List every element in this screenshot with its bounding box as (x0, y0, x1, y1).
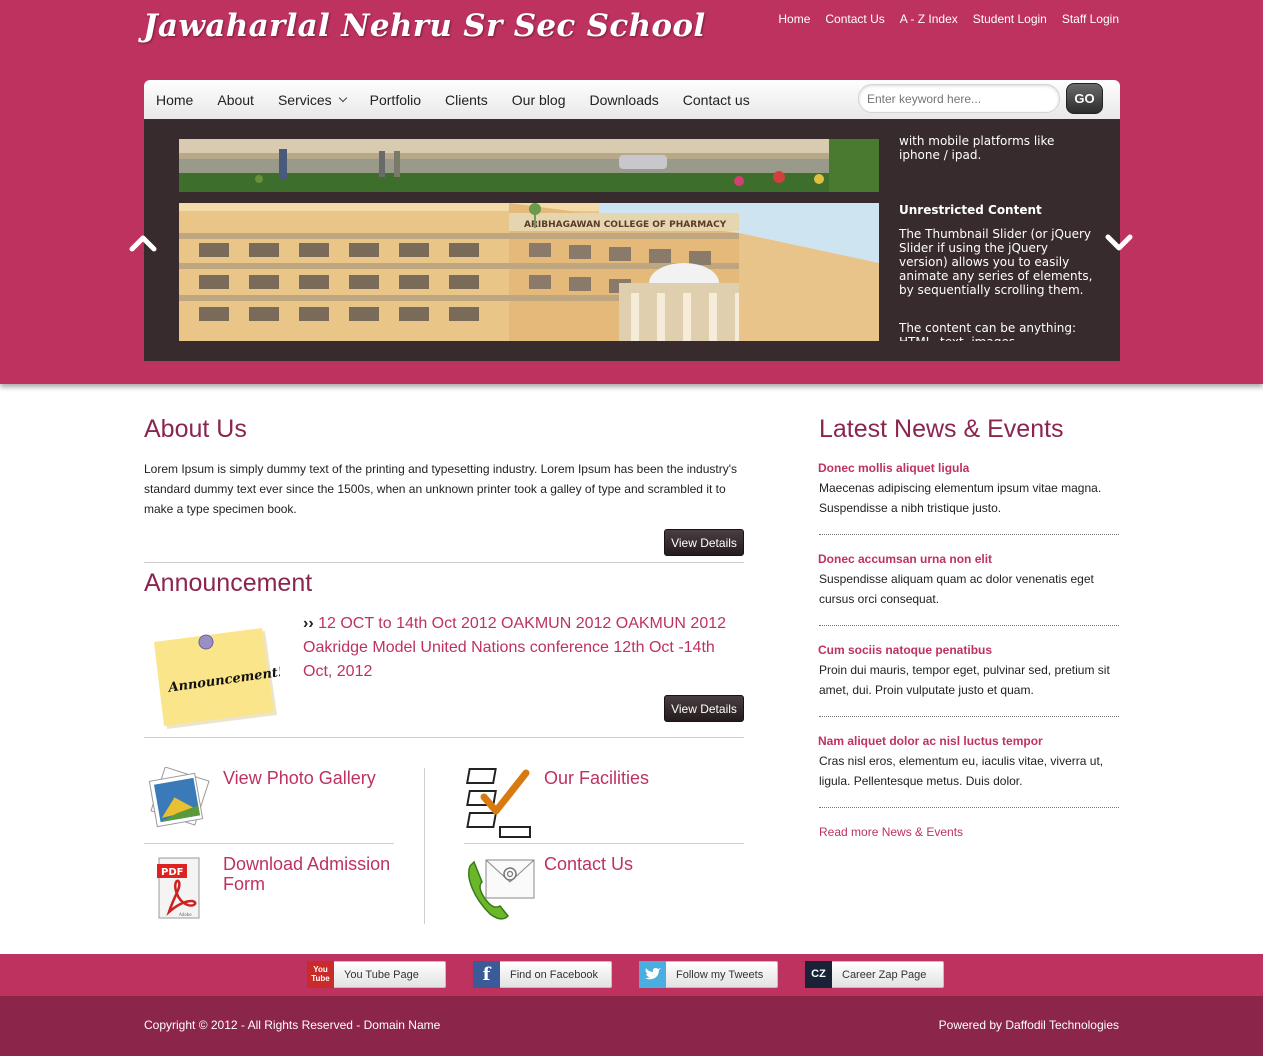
nav-item-services[interactable]: Services (277, 91, 347, 108)
divider (144, 562, 744, 563)
facebook-icon: f (473, 960, 500, 988)
career-zap-button[interactable]: CZ Career Zap Page (805, 960, 944, 988)
image-slider: ARIBHAGAWAN COLLEGE OF PHARMACY with mob… (144, 119, 1120, 361)
slider-next-arrow-icon[interactable] (1105, 229, 1133, 257)
nav-item-about[interactable]: About (217, 92, 254, 108)
youtube-label: You Tube Page (344, 968, 419, 981)
view-photo-gallery-link[interactable]: View Photo Gallery (223, 768, 376, 788)
nav-item-portfolio[interactable]: Portfolio (370, 92, 421, 108)
about-title: About Us (144, 415, 247, 443)
announcement-text-body: 12 OCT to 14th Oct 2012 OAKMUN 2012 OAKM… (303, 615, 727, 680)
facebook-button[interactable]: f Find on Facebook (473, 960, 612, 988)
news-separator (819, 716, 1119, 717)
career-zap-icon: CZ (805, 960, 832, 988)
divider (144, 737, 744, 738)
divider (464, 843, 744, 844)
contact-phone-mail-icon[interactable] (464, 856, 536, 924)
slide-caption-top: with mobile platforms like iphone / ipad… (899, 134, 1055, 162)
top-link-staff-login[interactable]: Staff Login (1062, 12, 1119, 26)
top-links: Home Contact Us A - Z Index Student Logi… (778, 12, 1119, 26)
nav-item-downloads[interactable]: Downloads (590, 92, 659, 108)
main-nav: Home About Services Portfolio Clients Ou… (144, 80, 1120, 119)
footer: Copyright © 2012 - All Rights Reserved -… (0, 996, 1263, 1056)
our-facilities-link[interactable]: Our Facilities (544, 768, 649, 788)
news-item-title[interactable]: Donec mollis aliquet ligula (818, 461, 969, 475)
youtube-icon: You Tube (307, 960, 334, 988)
read-more-news-link[interactable]: Read more News & Events (819, 825, 963, 839)
nav-item-our-blog[interactable]: Our blog (512, 92, 566, 108)
pdf-icon-sublabel: Adobe (179, 912, 192, 917)
powered-by-link[interactable]: Powered by Daffodil Technologies (939, 1018, 1119, 1032)
slide-image-college[interactable]: ARIBHAGAWAN COLLEGE OF PHARMACY (179, 203, 879, 341)
top-link-home[interactable]: Home (778, 12, 810, 26)
facilities-checklist-icon[interactable] (464, 767, 534, 839)
chevron-down-icon (338, 93, 347, 102)
search-input[interactable] (858, 84, 1060, 113)
go-button[interactable]: GO (1066, 83, 1103, 114)
slider-prev-arrow-icon[interactable] (129, 229, 157, 257)
announcement-text[interactable]: ›› 12 OCT to 14th Oct 2012 OAKMUN 2012 O… (303, 612, 744, 684)
photo-gallery-icon[interactable] (145, 767, 213, 833)
slide-heading: Unrestricted Content (899, 203, 1042, 217)
news-item-body: Proin dui mauris, tempor eget, pulvinar … (819, 663, 1110, 697)
slide-thumbnail-campus[interactable] (179, 139, 879, 192)
top-link-contact-us[interactable]: Contact Us (825, 12, 884, 26)
news-item-body: Maecenas adipiscing elementum ipsum vita… (819, 481, 1102, 515)
top-link-a-z-index[interactable]: A - Z Index (900, 12, 958, 26)
divider (144, 843, 394, 844)
nav-item-services-label: Services (277, 91, 332, 108)
announcement-note-icon: Announcement! (154, 628, 280, 729)
announcement-title: Announcement (144, 569, 313, 597)
about-view-details-button[interactable]: View Details (664, 529, 744, 556)
contact-us-link[interactable]: Contact Us (544, 854, 633, 874)
news-item-body: Suspendisse aliquam quam ac dolor venena… (819, 572, 1094, 606)
announcement-view-details-button[interactable]: View Details (664, 695, 744, 722)
social-band: You Tube You Tube Page f Find on Faceboo… (0, 954, 1263, 996)
header-band: Jawaharlal Nehru Sr Sec School Home Cont… (0, 0, 1263, 384)
twitter-label: Follow my Tweets (676, 968, 764, 981)
youtube-button[interactable]: You Tube You Tube Page (307, 960, 446, 988)
news-separator (819, 534, 1119, 535)
slide-body: The Thumbnail Slider (or jQuery Slider i… (899, 227, 1093, 297)
building-sign: ARIBHAGAWAN COLLEGE OF PHARMACY (524, 220, 727, 230)
announcement-bullet: ›› (303, 615, 314, 632)
pdf-icon-label: PDF (161, 867, 183, 878)
news-separator (819, 625, 1119, 626)
news-item-title[interactable]: Nam aliquet dolor ac nisl luctus tempor (818, 734, 1043, 748)
news-item-title[interactable]: Cum sociis natoque penatibus (818, 643, 992, 657)
facebook-label: Find on Facebook (510, 968, 599, 981)
nav-item-contact-us[interactable]: Contact us (683, 92, 750, 108)
slide-body-continued: The content can be anything: HTML, text,… (899, 321, 1077, 341)
news-item-body: Cras nisl eros, elementum eu, iaculis vi… (819, 754, 1104, 788)
news-title: Latest News & Events (819, 415, 1064, 443)
nav-item-clients[interactable]: Clients (445, 92, 488, 108)
twitter-button[interactable]: Follow my Tweets (639, 960, 778, 988)
pdf-icon[interactable]: PDF Adobe (155, 854, 205, 924)
download-admission-form-link[interactable]: Download Admission Form (223, 854, 403, 894)
vertical-divider (424, 768, 425, 924)
about-text: Lorem Ipsum is simply dummy text of the … (144, 462, 738, 516)
top-link-student-login[interactable]: Student Login (973, 12, 1047, 26)
site-title[interactable]: Jawaharlal Nehru Sr Sec School (143, 8, 705, 44)
twitter-bird-icon (639, 960, 666, 988)
news-separator (819, 807, 1119, 808)
copyright-text: Copyright © 2012 - All Rights Reserved -… (144, 1018, 441, 1032)
career-zap-label: Career Zap Page (842, 968, 927, 981)
nav-item-home[interactable]: Home (156, 92, 193, 108)
news-item-title[interactable]: Donec accumsan urna non elit (818, 552, 992, 566)
